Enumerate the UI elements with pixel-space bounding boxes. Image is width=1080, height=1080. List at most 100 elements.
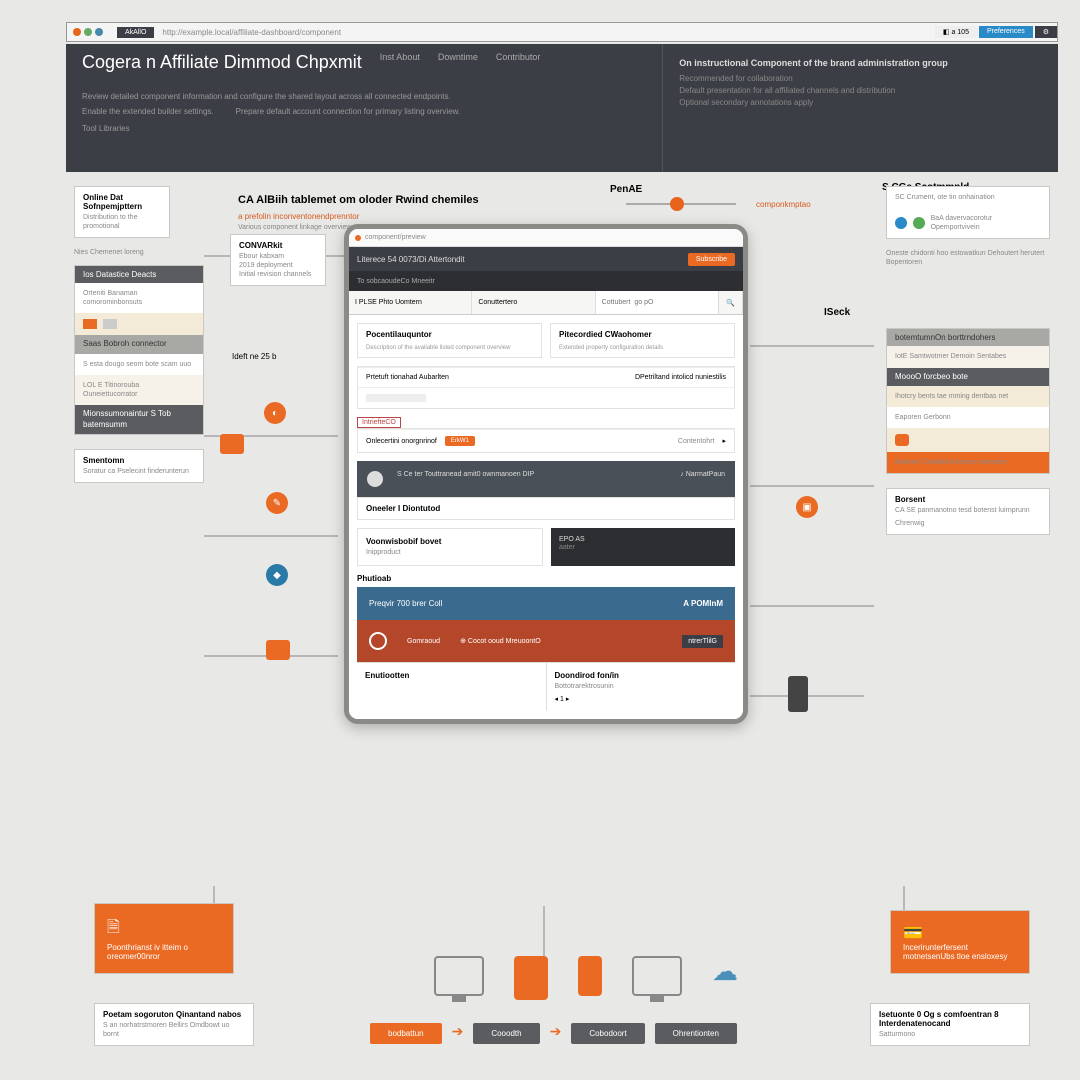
tab-0[interactable]: I PLSE Phto Uomtern bbox=[349, 291, 472, 314]
left-top-card: Online Dat Sofnpemjpttern Distribution t… bbox=[74, 186, 170, 238]
hero-r-1: Recommended for collaboration bbox=[679, 74, 1042, 83]
l-item-4[interactable]: LOL E Titinorouba Ouneiettucorrator bbox=[75, 375, 203, 405]
convark-card: CONVARkit Ebour kabxam 2019 deployment I… bbox=[230, 234, 326, 286]
col-l-hd: Pocentilauquntor bbox=[358, 324, 541, 345]
sec4-hd: Phutioab bbox=[357, 574, 735, 583]
hero-r-2: Default presentation for all affiliated … bbox=[679, 86, 1042, 95]
card-icon: 💳 bbox=[903, 925, 923, 942]
tablet-preview: component/preview Literece 54 0073/Di At… bbox=[344, 224, 748, 724]
hero-desc-c: Prepare default account connection for p… bbox=[236, 106, 461, 117]
nav-contrib[interactable]: Contributor bbox=[496, 52, 541, 81]
hero-r-3: Optional secondary annotations apply bbox=[679, 98, 1042, 107]
ca-title: CA AlBiih tablemet om oloder Rwind chemi… bbox=[238, 194, 479, 206]
l-item-3[interactable]: S esta dougo seom bote scam uuo bbox=[75, 354, 203, 375]
ca-sub: a prefolin inconventonendprenntor bbox=[238, 212, 359, 221]
sec3-hd: Oneeler I Diontutod bbox=[358, 498, 734, 519]
l-item-1[interactable] bbox=[75, 313, 203, 335]
br-orange[interactable]: 💳 Incerirunterfersent motnetsenUbs tloe … bbox=[890, 910, 1030, 974]
l-item-0[interactable]: Orteniti Banaman comorominbonsuts bbox=[75, 283, 203, 313]
chip-3[interactable]: Ohrentionten bbox=[655, 1023, 737, 1044]
r-item-1[interactable]: MoooO forcbeo bote bbox=[887, 368, 1049, 386]
search-cell bbox=[596, 291, 719, 314]
node-icon-2[interactable]: ✎ bbox=[266, 492, 288, 514]
hero-desc-a: Review detailed component information an… bbox=[82, 91, 646, 102]
nav-about[interactable]: Inst About bbox=[380, 52, 420, 81]
slider[interactable] bbox=[626, 200, 736, 208]
left-stack-hdr: Ios Datastice Deacts bbox=[75, 266, 203, 283]
l-item-5[interactable]: Mionssumonaintur S Tob batemsumm bbox=[75, 405, 203, 434]
node-icon-shield[interactable] bbox=[220, 434, 244, 454]
blue-dot-icon bbox=[895, 217, 907, 229]
r-orange[interactable]: Botenet i Dostibind borers ortersters bbox=[887, 452, 1049, 473]
tag-icon bbox=[83, 319, 97, 329]
hero-desc-d: Tool Libraries bbox=[82, 123, 646, 134]
tab-pref[interactable]: Preferences bbox=[979, 26, 1033, 38]
tab-stat[interactable]: ◧ a 105 bbox=[935, 26, 977, 38]
phone-icon bbox=[578, 956, 602, 996]
br-box: Isetuonte 0 Og s comfoentran 8 Interdena… bbox=[870, 1003, 1030, 1046]
monitor-icon bbox=[434, 956, 484, 996]
search-input[interactable] bbox=[602, 299, 712, 306]
subscribe-button[interactable]: Subscribe bbox=[688, 253, 735, 266]
hero-right: On instructional Component of the brand … bbox=[662, 44, 1058, 172]
dark-row[interactable]: S Ce ter Touttranead amit0 ownmanoen DIP… bbox=[357, 461, 735, 497]
chip-0[interactable]: bodbattun bbox=[370, 1023, 442, 1044]
node-icon-r1[interactable]: ▣ bbox=[796, 496, 818, 518]
cloud-icon: ☁ bbox=[712, 956, 738, 1000]
chip-2[interactable]: Cobodoort bbox=[571, 1023, 644, 1044]
tab-active[interactable]: AkAllO bbox=[117, 27, 154, 38]
right-bottom-card: Borsent CA SE panmanotno tesd botenst lu… bbox=[886, 488, 1050, 535]
penae-label: PenAE bbox=[610, 184, 642, 195]
browser-chrome: AkAllO http://example.local/affiliate-da… bbox=[66, 22, 1058, 42]
node-icon-1[interactable]: ◐ bbox=[264, 402, 286, 424]
r-item-3[interactable]: Eaporen Gerbonn bbox=[887, 407, 1049, 428]
chip-1[interactable]: Cooodth bbox=[473, 1023, 539, 1044]
arrow-icon: ➔ bbox=[550, 1023, 562, 1044]
l-item-2[interactable]: Saas Bobroh connector bbox=[75, 335, 203, 353]
ca-meta: Various component linkage overview bbox=[238, 224, 352, 231]
nav-downtime[interactable]: Downtime bbox=[438, 52, 478, 81]
headset-icon bbox=[369, 632, 387, 650]
tablet-icon bbox=[514, 956, 548, 1000]
node-icon-3[interactable]: ◆ bbox=[266, 564, 288, 586]
chevron-right-icon: ▸ bbox=[722, 437, 726, 445]
gear-icon[interactable]: ⚙ bbox=[1035, 26, 1057, 38]
left-bottom-card: Smentomn Soratur ca Pselecint finderunte… bbox=[74, 449, 204, 483]
red-banner[interactable]: Gomraoud ⊕ Cocot ooud MreuoontO ntrerTli… bbox=[357, 620, 735, 662]
avatar-icon bbox=[367, 471, 383, 487]
browser-right: ◧ a 105 Preferences ⚙ bbox=[935, 26, 1057, 38]
progress-bar bbox=[366, 394, 426, 402]
window-dots bbox=[67, 28, 117, 36]
hero-nav: Cogera n Affiliate Dimmod Chpxmit Inst A… bbox=[82, 52, 646, 81]
right-column: SC Crument, ote tin onhaination BaA dave… bbox=[886, 186, 1050, 545]
chip-row: bodbattun ➔ Cooodth ➔ Cobodoort Ohrentio… bbox=[370, 1023, 737, 1044]
address-bar[interactable]: http://example.local/affiliate-dashboard… bbox=[154, 28, 934, 37]
lock-icon bbox=[788, 676, 808, 712]
arrow-icon: ➔ bbox=[452, 1023, 464, 1044]
tab-1[interactable]: Conuttertero bbox=[472, 291, 595, 314]
r-item-0[interactable]: IotE Samtwotmer Demoin Sentabes bbox=[887, 346, 1049, 367]
search-icon[interactable]: 🔍 bbox=[719, 291, 743, 314]
right-top-card: SC Crument, ote tin onhaination BaA dave… bbox=[886, 186, 1050, 239]
r-item-2[interactable]: Ihotcry bents tae mming dentbas net bbox=[887, 386, 1049, 407]
bl-orange[interactable]: 🗎 Poonthrianst iv itteim o oreomer00nror bbox=[94, 903, 234, 974]
node-icon-4[interactable] bbox=[266, 640, 290, 660]
blue-banner[interactable]: Preqvir 700 brer Coll A POMInM bbox=[357, 587, 735, 620]
tablet-tabs: I PLSE Phto Uomtern Conuttertero 🔍 bbox=[349, 291, 743, 315]
page-title: Cogera n Affiliate Dimmod Chpxmit bbox=[82, 52, 362, 73]
device-icons: ☁ bbox=[434, 956, 738, 1000]
right-caption: Oneste chidonti hoo estowatkun Dehoutert… bbox=[886, 249, 1050, 267]
info-tag: IntriefteCO bbox=[357, 417, 401, 428]
right-stack-hdr: botemtumnOn borttrndohers bbox=[887, 329, 1049, 346]
tablet-bottom: Enutiootten Doondirod fon/in Bottotrarek… bbox=[357, 662, 735, 711]
bottom-row: 🗎 Poonthrianst iv itteim o oreomer00nror… bbox=[94, 926, 1030, 1056]
col-r-hd: Pitecordied CWaohomer bbox=[551, 324, 734, 345]
hero-banner: Cogera n Affiliate Dimmod Chpxmit Inst A… bbox=[66, 44, 1058, 172]
left-stack: Ios Datastice Deacts Orteniti Banaman co… bbox=[74, 265, 204, 435]
tablet-chrome: component/preview bbox=[349, 229, 743, 247]
dark-card[interactable]: EPO AS aater bbox=[551, 528, 735, 566]
right-stack: botemtumnOn borttrndohers IotE Samtwotme… bbox=[886, 328, 1050, 474]
ideft-tag: Ideft ne 25 b bbox=[232, 352, 276, 361]
hero-right-title: On instructional Component of the brand … bbox=[679, 58, 1042, 68]
banner1[interactable]: Onlecertini onorgnrinof ErkW1 Contentohr… bbox=[358, 429, 734, 452]
